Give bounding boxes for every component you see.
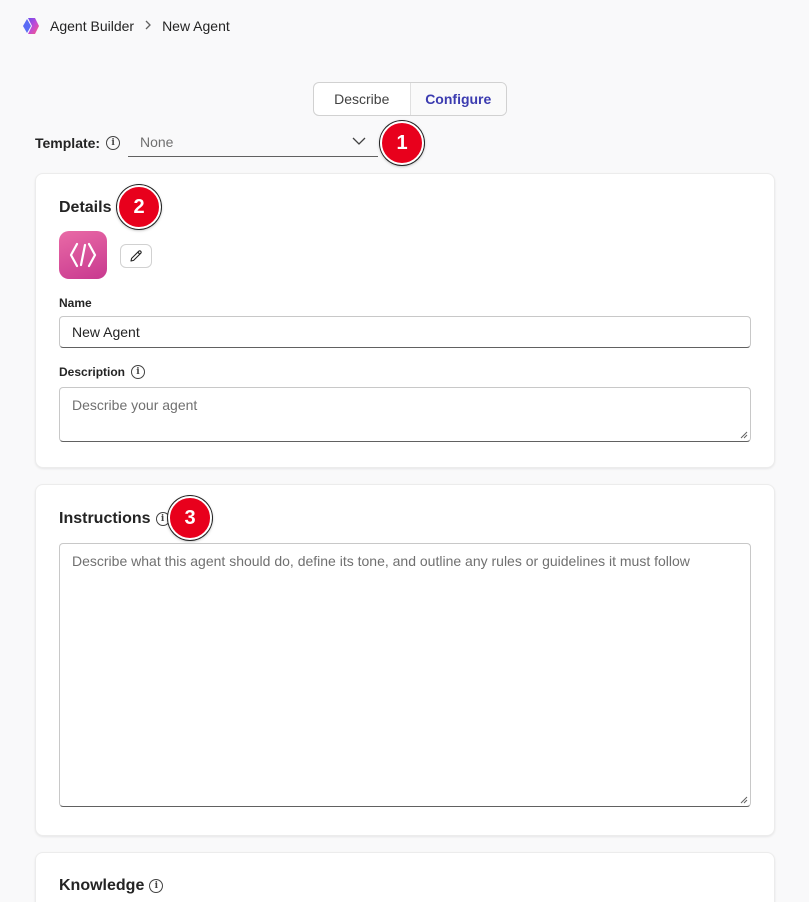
instructions-placeholder: Describe what this agent should do, defi… <box>72 553 690 569</box>
knowledge-header: Knowledge i <box>59 877 164 895</box>
annotation-badge-1: 1 <box>380 121 424 165</box>
tab-describe[interactable]: Describe <box>314 83 410 115</box>
description-label-text: Description <box>59 365 126 379</box>
info-icon[interactable]: i <box>106 136 121 150</box>
agent-builder-logo-icon <box>22 17 40 35</box>
name-input[interactable]: New Agent <box>59 316 751 348</box>
description-label: Description i <box>59 365 146 379</box>
chevron-right-icon <box>144 19 152 33</box>
breadcrumb-app[interactable]: Agent Builder <box>50 18 134 34</box>
details-title: Details <box>59 199 112 216</box>
info-icon[interactable]: i <box>149 879 164 893</box>
annotation-badge-3: 3 <box>168 496 212 540</box>
chevron-down-icon <box>352 137 366 145</box>
tab-configure[interactable]: Configure <box>409 83 506 115</box>
instructions-header: Instructions i <box>59 510 170 528</box>
template-row: Template: i None <box>35 128 378 158</box>
instructions-title: Instructions <box>59 510 151 527</box>
knowledge-title: Knowledge <box>59 877 145 894</box>
resize-handle-icon[interactable] <box>740 431 748 439</box>
name-label: Name <box>59 296 92 310</box>
annotation-badge-2: 2 <box>117 185 161 229</box>
breadcrumb-current: New Agent <box>162 18 230 34</box>
instructions-textarea[interactable]: Describe what this agent should do, defi… <box>59 543 751 807</box>
pencil-icon <box>130 250 142 262</box>
name-value: New Agent <box>72 324 140 340</box>
info-icon[interactable]: i <box>131 365 146 379</box>
description-textarea[interactable]: Describe your agent <box>59 387 751 442</box>
template-dropdown[interactable]: None <box>128 128 378 157</box>
edit-icon-button[interactable] <box>120 244 152 268</box>
details-card: Details 2 Name New Agent Description i D… <box>35 173 775 468</box>
breadcrumb: Agent Builder New Agent <box>22 14 230 38</box>
mode-tabs: Describe Configure <box>313 82 507 116</box>
instructions-card: Instructions i 3 Describe what this agen… <box>35 484 775 836</box>
knowledge-card: Knowledge i <box>35 852 775 902</box>
template-label: Template: <box>35 135 101 151</box>
resize-handle-icon[interactable] <box>740 796 748 804</box>
description-placeholder: Describe your agent <box>72 397 198 413</box>
agent-avatar-icon <box>59 231 107 279</box>
template-value: None <box>140 134 174 150</box>
